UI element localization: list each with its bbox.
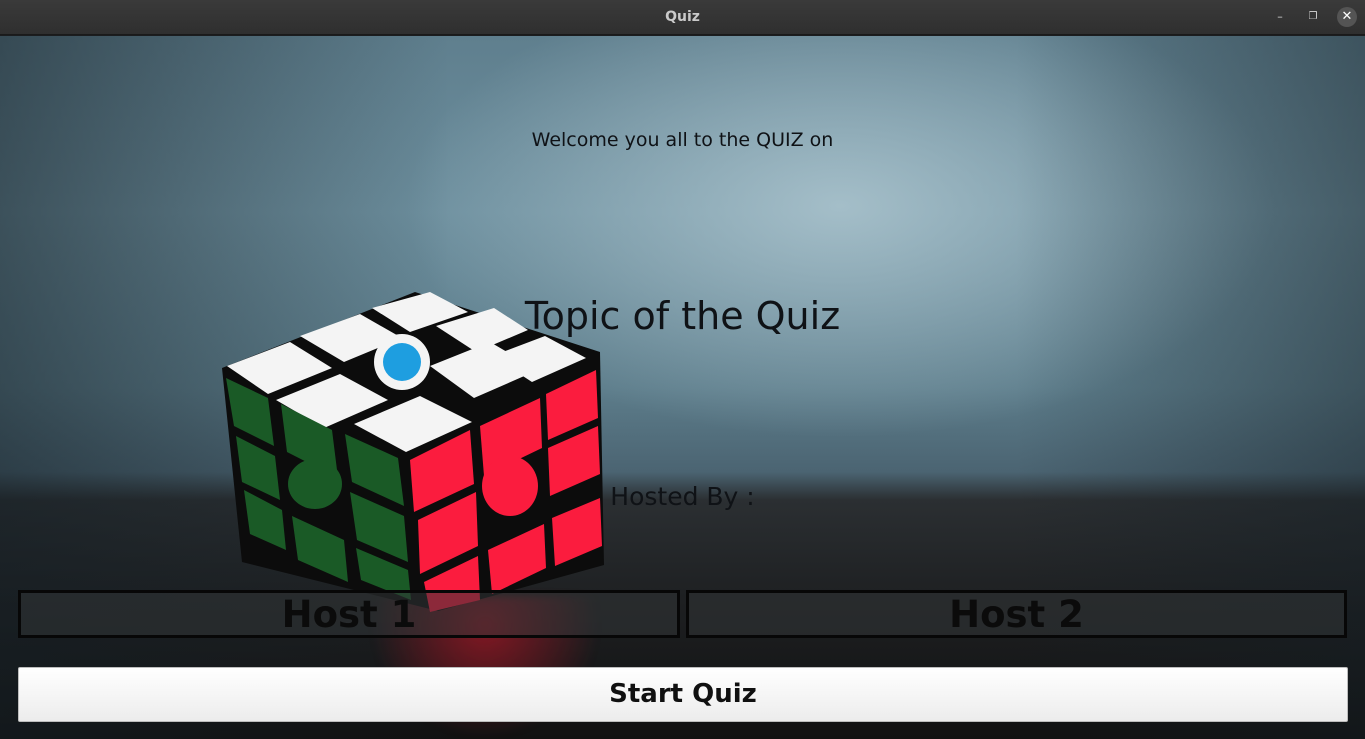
quiz-topic-heading: Topic of the Quiz	[524, 294, 841, 338]
title-bar: Quiz – ❐ ✕	[0, 0, 1365, 35]
start-quiz-button[interactable]: Start Quiz	[18, 667, 1348, 722]
window-title: Quiz	[665, 9, 700, 25]
welcome-text: Welcome you all to the QUIZ on	[531, 129, 834, 151]
background-image: Welcome you all to the QUIZ on Topic of …	[0, 36, 1365, 739]
minimize-icon[interactable]: –	[1270, 7, 1290, 27]
host-2-label: Host 2	[686, 590, 1347, 638]
close-icon[interactable]: ✕	[1337, 7, 1357, 27]
maximize-icon[interactable]: ❐	[1303, 7, 1323, 27]
host-1-label: Host 1	[18, 590, 680, 638]
hosted-by-label: Hosted By :	[610, 482, 755, 511]
